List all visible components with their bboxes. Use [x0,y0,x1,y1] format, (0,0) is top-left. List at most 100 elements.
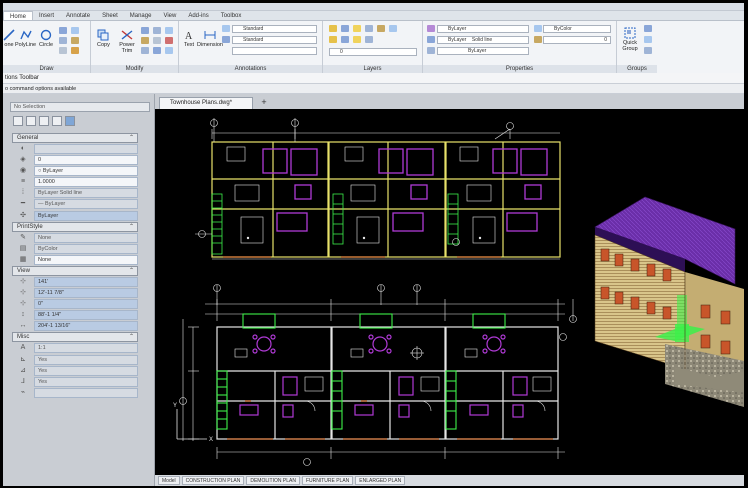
layer-state-icon[interactable] [341,25,349,32]
point-icon[interactable] [59,47,67,54]
rotate-icon[interactable] [153,27,161,34]
circle-tool[interactable]: Circle [39,29,53,48]
section-misc[interactable]: Misc ⌃ [12,332,138,343]
prop-row: ━ — ByLayer [12,199,138,210]
prop-value[interactable] [34,387,138,398]
prop-value[interactable]: — ByLayer [34,199,138,210]
line-tool[interactable]: one [3,29,15,48]
layout-tab-construction-plan[interactable]: CONSTRUCTION PLAN [181,476,245,485]
pick-icon[interactable] [52,116,62,126]
layout-tab-model[interactable]: Model [158,476,180,485]
layer-lock-icon[interactable] [377,25,385,32]
layout-tab-furniture-plan[interactable]: FURNITURE PLAN [301,476,354,485]
spline-icon[interactable] [71,47,79,54]
quick-select-icon[interactable] [26,116,36,126]
stretch-icon[interactable] [141,37,149,44]
prop-value[interactable] [34,144,138,154]
select-objects-icon[interactable] [13,116,23,126]
section-general[interactable]: General ⌃ [12,133,138,143]
prop-row: ⊹ 12'-11 7/8" [12,288,138,299]
prop-value[interactable]: Yes [34,376,138,387]
prop-value[interactable]: 12'-11 7/8" [34,288,138,299]
rectangle-icon[interactable] [71,27,79,34]
erase-icon[interactable] [165,37,173,44]
prop-row: ⌁ [12,387,138,398]
linetype-select[interactable]: ByLayer Solid line [437,36,529,44]
document-tab[interactable]: Townhouse Plans.dwg* [159,97,253,109]
quick-group-tool[interactable]: Quick Group [620,27,640,52]
array-icon[interactable] [153,47,161,54]
selection-select[interactable]: No Selection [10,102,150,112]
section-printstyle[interactable]: PrintStyle ⌃ [12,221,138,232]
power-trim-tool[interactable]: Power Trim [119,29,135,54]
layer-select[interactable]: 0 [329,48,417,56]
section-view[interactable]: View ⌃ [12,265,138,276]
layer-on-icon[interactable] [353,25,361,32]
new-tab-icon[interactable]: + [258,97,270,108]
dimension-tool[interactable]: Dimension [197,29,223,48]
prop-value[interactable]: None [34,232,138,243]
prop-value[interactable]: None [34,254,138,265]
tab-home[interactable]: Home [3,11,34,20]
tab-manage[interactable]: Manage [124,11,158,20]
layout-tab-demolition-plan[interactable]: DEMOLITION PLAN [246,476,300,485]
layer-match-icon[interactable] [329,36,337,43]
plot-style-select[interactable]: ByColor [543,25,611,33]
prop-value[interactable]: Yes [34,365,138,376]
arc-icon[interactable] [59,27,67,34]
lineweight-icon: ━ [12,199,34,210]
move-icon[interactable] [141,27,149,34]
lineweight-select[interactable]: ByLayer [437,47,529,55]
group-edit-icon[interactable] [644,25,652,32]
prop-value[interactable]: 204'-1 13/16" [34,321,138,332]
text-tool[interactable]: A Text [183,29,195,48]
layout-tab-enlarged-plan[interactable]: ENLARGED PLAN [355,476,406,485]
fillet-icon[interactable] [141,47,149,54]
layer-walk-icon[interactable] [353,36,361,43]
tab-sheet[interactable]: Sheet [96,11,124,20]
prop-value[interactable]: ○ ByLayer [34,166,138,177]
layer-manager-icon[interactable] [329,25,337,32]
layer-merge-icon[interactable] [365,36,373,43]
copy-tool-label: Copy [97,42,110,48]
tab-add-ins[interactable]: Add-ins [182,11,214,20]
palette-icon: ◉ [12,166,34,177]
prop-value[interactable]: Yes [34,354,138,365]
tab-annotate[interactable]: Annotate [60,11,96,20]
explode-icon[interactable] [165,47,173,54]
prop-value[interactable]: 88'-1 1/4" [34,310,138,321]
color-select[interactable]: ByLayer [437,25,529,33]
prop-value[interactable]: ByColor [34,243,138,254]
table-style-select[interactable] [232,47,317,55]
prop-value[interactable]: ByLayer Solid line [34,188,138,199]
prop-value[interactable]: 1.0000 [34,177,138,188]
ungroup-icon[interactable] [644,36,652,43]
transparency-input[interactable]: 0 [543,36,611,44]
copy-tool[interactable]: Copy [97,29,110,48]
section-misc-label: Misc [17,334,30,341]
groups-panel-title: Groups [617,65,657,73]
dimension-style-select[interactable]: Standard [232,36,317,44]
prop-value[interactable]: 0" [34,299,138,310]
layer-freeze-icon[interactable] [365,25,373,32]
properties-panel-title: Properties [423,65,616,73]
tab-insert[interactable]: Insert [33,11,60,20]
prop-value[interactable]: 141' [34,276,138,287]
prop-value[interactable]: 0 [34,155,138,166]
scale-icon[interactable] [153,37,161,44]
tab-view[interactable]: View [157,11,182,20]
layer-previous-icon[interactable] [341,36,349,43]
prop-value[interactable]: 1:1 [34,343,138,354]
mirror-icon[interactable] [165,27,173,34]
text-style-select[interactable]: Standard [232,25,317,33]
prop-value[interactable]: ByLayer [34,210,138,221]
help-icon[interactable] [65,116,75,126]
drawing-canvas[interactable]: Y X [155,109,744,475]
polyline-tool[interactable]: PolyLine [15,29,36,48]
layer-isolate-icon[interactable] [389,25,397,32]
tab-toolbox[interactable]: Toolbox [215,11,248,20]
toggle-pickadd-icon[interactable] [39,116,49,126]
ellipse-icon[interactable] [59,37,67,44]
group-select-icon[interactable] [644,47,652,54]
hatch-icon[interactable] [71,37,79,44]
